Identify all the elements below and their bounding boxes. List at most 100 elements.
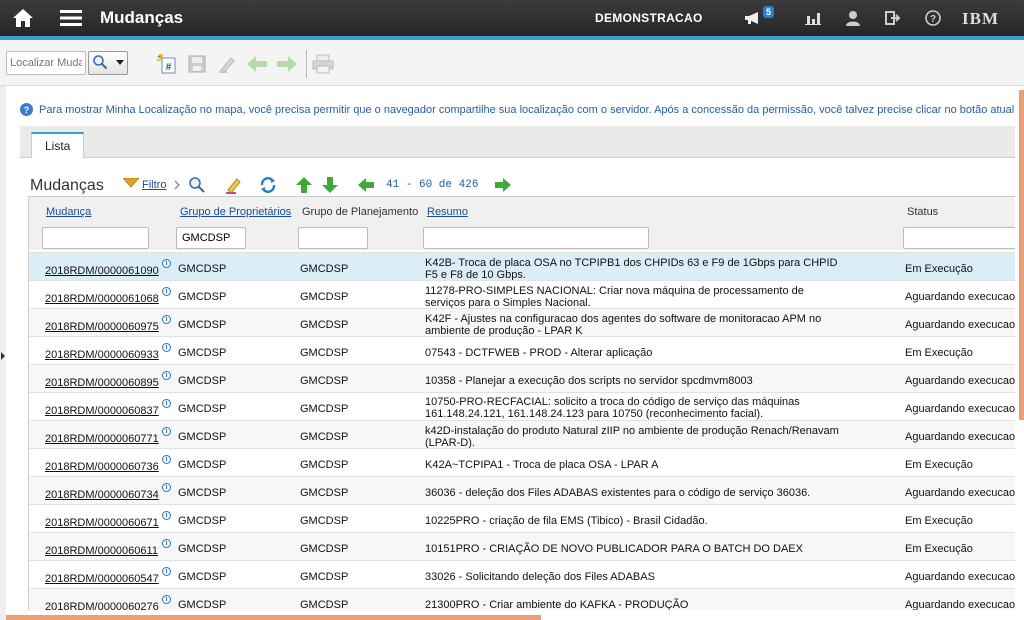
details-info-icon[interactable]: i <box>162 539 171 548</box>
next-page-arrow-icon[interactable] <box>495 176 511 194</box>
change-id-link[interactable]: 2018RDM/0000060933 <box>45 349 159 361</box>
table-row[interactable]: 2018RDM/0000060736 i GMCDSP GMCDSP K42A~… <box>29 448 1015 476</box>
summary-cell: 11278-PRO-SIMPLES NACIONAL: Criar nova m… <box>425 285 804 309</box>
list-search-icon[interactable] <box>188 176 206 194</box>
svg-text:#: # <box>166 62 172 73</box>
sign-out-icon[interactable] <box>882 6 904 30</box>
details-info-icon[interactable]: i <box>162 567 171 576</box>
tab-list[interactable]: Lista <box>31 132 85 158</box>
details-info-icon[interactable]: i <box>162 287 171 296</box>
details-info-icon[interactable]: i <box>162 371 171 380</box>
filter-toggle[interactable]: Filtro <box>122 177 166 191</box>
move-down-arrow-icon[interactable] <box>322 176 338 194</box>
new-record-icon[interactable]: # <box>156 53 178 75</box>
table-row[interactable]: 2018RDM/0000060734 i GMCDSP GMCDSP 36036… <box>29 476 1015 504</box>
column-header-owner-group[interactable]: Grupo de Proprietários <box>180 206 291 218</box>
status-cell: Em Execução <box>905 515 973 527</box>
change-id-link[interactable]: 2018RDM/0000060771 <box>45 433 159 445</box>
clear-filter-eraser-icon[interactable] <box>224 176 244 194</box>
change-id-link[interactable]: 2018RDM/0000060611 <box>45 545 158 557</box>
owner-group-cell: GMCDSP <box>178 291 227 303</box>
previous-record-arrow-icon[interactable] <box>246 53 268 75</box>
owner-group-cell: GMCDSP <box>178 599 227 610</box>
question-info-icon: ? <box>20 103 33 116</box>
previous-page-arrow-icon[interactable] <box>358 176 374 194</box>
owner-group-cell: GMCDSP <box>178 319 227 331</box>
table-row[interactable]: 2018RDM/0000060671 i GMCDSP GMCDSP 10225… <box>29 504 1015 532</box>
table-row[interactable]: 2018RDM/0000061068 i GMCDSP GMCDSP 11278… <box>29 280 1015 309</box>
owner-group-cell: GMCDSP <box>178 571 227 583</box>
help-icon[interactable]: ? <box>922 6 944 30</box>
filter-planning-group-input[interactable] <box>298 227 368 249</box>
change-id-link[interactable]: 2018RDM/0000060276 <box>45 601 159 610</box>
column-header-change[interactable]: Mudança <box>46 206 91 218</box>
planning-group-cell: GMCDSP <box>300 291 349 303</box>
change-id-link[interactable]: 2018RDM/0000060837 <box>45 405 159 417</box>
hamburger-menu-icon[interactable] <box>54 0 88 36</box>
details-info-icon[interactable]: i <box>162 315 171 324</box>
column-header-planning-group[interactable]: Grupo de Planejamento <box>302 206 418 218</box>
change-id-link[interactable]: 2018RDM/0000060734 <box>45 489 159 501</box>
details-info-icon[interactable]: i <box>162 511 171 520</box>
vertical-scrollbar[interactable] <box>1019 90 1024 420</box>
filter-status-input[interactable] <box>903 227 1015 249</box>
change-id-link[interactable]: 2018RDM/0000060547 <box>45 573 159 585</box>
details-info-icon[interactable]: i <box>162 259 171 268</box>
column-header-status[interactable]: Status <box>907 206 938 218</box>
table-header: Mudança Grupo de Proprietários Grupo de … <box>29 196 1015 250</box>
print-icon[interactable] <box>312 53 334 75</box>
planning-group-cell: GMCDSP <box>300 319 349 331</box>
table-row[interactable]: 2018RDM/0000060276 i GMCDSP GMCDSP 21300… <box>29 588 1015 610</box>
table-row[interactable]: 2018RDM/0000060933 i GMCDSP GMCDSP 07543… <box>29 336 1015 364</box>
change-id-link[interactable]: 2018RDM/0000060671 <box>45 517 159 529</box>
refresh-icon[interactable] <box>259 176 277 194</box>
filter-summary-input[interactable] <box>423 227 649 249</box>
details-info-icon[interactable]: i <box>162 427 171 436</box>
table-row[interactable]: 2018RDM/0000060895 i GMCDSP GMCDSP 10358… <box>29 364 1015 392</box>
bulletin-megaphone-icon[interactable] <box>742 6 764 30</box>
table-row[interactable]: 2018RDM/0000060837 i GMCDSP GMCDSP 10750… <box>29 392 1015 420</box>
details-info-icon[interactable]: i <box>162 455 171 464</box>
find-change-input[interactable] <box>6 51 86 75</box>
status-cell: Em Execução <box>905 459 973 471</box>
table-row[interactable]: 2018RDM/0000060611 i GMCDSP GMCDSP 10151… <box>29 532 1015 560</box>
reports-chart-icon[interactable] <box>802 6 824 30</box>
next-record-arrow-icon[interactable] <box>276 53 298 75</box>
table-row[interactable]: 2018RDM/0000060975 i GMCDSP GMCDSP K42F … <box>29 308 1015 337</box>
save-icon[interactable] <box>186 53 208 75</box>
details-info-icon[interactable]: i <box>162 595 171 604</box>
status-cell: Aguardando execucao <box>905 599 1015 610</box>
tab-bar: Lista <box>20 126 1015 158</box>
home-icon[interactable] <box>6 0 40 36</box>
planning-group-cell: GMCDSP <box>300 431 349 443</box>
table-row[interactable]: 2018RDM/0000060547 i GMCDSP GMCDSP 33026… <box>29 560 1015 588</box>
change-id-link[interactable]: 2018RDM/0000060895 <box>45 377 159 389</box>
change-id-link[interactable]: 2018RDM/0000060975 <box>45 321 159 333</box>
table-row[interactable]: 2018RDM/0000061090 i GMCDSP GMCDSP K42B-… <box>29 252 1015 281</box>
summary-cell: 10151PRO - CRIAÇÃO DE NOVO PUBLICADOR PA… <box>425 543 803 555</box>
clear-changes-icon[interactable] <box>216 53 238 75</box>
top-nav-bar: Mudanças <box>0 0 1024 36</box>
details-info-icon[interactable]: i <box>162 483 171 492</box>
details-info-icon[interactable]: i <box>162 399 171 408</box>
paging-info: 41 - 60 de 426 <box>386 179 479 191</box>
filter-label[interactable]: Filtro <box>142 179 166 191</box>
location-info-message: ? Para mostrar Minha Localização no mapa… <box>20 103 1015 116</box>
move-up-arrow-icon[interactable] <box>296 176 312 194</box>
filter-change-input[interactable] <box>42 227 149 249</box>
list-title: Mudanças <box>30 177 104 194</box>
find-options-button[interactable] <box>88 51 128 75</box>
filter-owner-group-input[interactable] <box>176 227 246 249</box>
expand-panel-arrow-icon[interactable] <box>1 352 5 360</box>
column-header-summary[interactable]: Resumo <box>427 206 468 218</box>
owner-group-cell: GMCDSP <box>178 487 227 499</box>
change-id-link[interactable]: 2018RDM/0000061068 <box>45 293 159 305</box>
status-cell: Aguardando execucao <box>905 319 1015 331</box>
horizontal-scrollbar[interactable] <box>6 615 541 620</box>
user-profile-icon[interactable] <box>842 6 864 30</box>
change-id-link[interactable]: 2018RDM/0000060736 <box>45 461 159 473</box>
summary-cell: 07543 - DCTFWEB - PROD - Alterar aplicaç… <box>425 347 653 359</box>
table-row[interactable]: 2018RDM/0000060771 i GMCDSP GMCDSP k42D-… <box>29 420 1015 449</box>
change-id-link[interactable]: 2018RDM/0000061090 <box>45 265 159 277</box>
details-info-icon[interactable]: i <box>162 343 171 352</box>
